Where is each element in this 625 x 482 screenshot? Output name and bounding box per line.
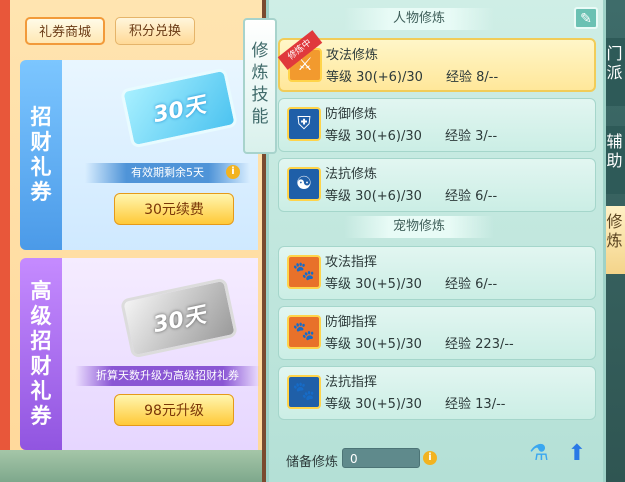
skill-row-attack[interactable]: ⚔ 攻法修炼 等级 30(+6)/30 经验 8/-- [278,38,596,92]
tab-char: 炼 [606,231,623,250]
skill-row-defense[interactable]: ⛨ 防御修炼 等级 30(+6)/30 经验 3/-- [278,98,596,152]
upgrade-arrow-icon[interactable]: ⬆ [564,441,590,469]
skill-level: 等级 30(+5)/30 [325,397,422,412]
tab-char: 技 [251,85,269,105]
skill-exp: 经验 8/-- [446,70,499,85]
label-char: 券 [30,180,52,204]
label-char: 招 [30,105,52,129]
skill-exp: 经验 3/-- [445,129,498,144]
skill-level: 等级 30(+6)/30 [325,129,422,144]
upgrade-ribbon: 折算天数升级为高级招财礼券 [75,366,260,386]
section-header-pet: 宠物修炼 [344,216,494,238]
shop-edge [0,0,10,482]
shield-icon: ⛨ [287,107,321,141]
renew-button[interactable]: 30元续费 [114,193,234,225]
skill-name: 攻法指挥 [325,255,378,270]
info-icon[interactable]: i [226,165,240,179]
label-char: 券 [30,404,52,428]
paw-flag-icon: 🐾 [287,255,321,289]
tab-char: 派 [606,63,623,82]
scenery-strip [0,450,262,482]
tab-assist[interactable]: 辅 助 [604,126,625,194]
tab-coupon-mall[interactable]: 礼券商城 [25,17,105,45]
skill-level: 等级 30(+5)/30 [325,337,422,352]
skill-row-resist[interactable]: ☯ 法抗修炼 等级 30(+6)/30 经验 6/-- [278,158,596,212]
skill-exp: 经验 223/-- [445,337,514,352]
tab-char: 门 [606,44,623,63]
label-char: 礼 [30,155,52,179]
taiji-icon: ☯ [287,167,321,201]
tab-char: 修 [606,212,623,231]
skill-row-pet-defense[interactable]: 🐾 防御指挥 等级 30(+5)/30 经验 223/-- [278,306,596,360]
card-label-fortune-coupon: 招 财 礼 券 [20,60,62,250]
skill-name: 法抗修炼 [325,167,378,182]
tab-char: 辅 [606,132,623,151]
tab-cultivation[interactable]: 修 炼 [604,206,625,274]
paw-orb-icon: 🐾 [287,375,321,409]
pencil-icon[interactable]: ✎ [574,7,598,29]
label-char: 财 [30,354,52,378]
info-icon[interactable]: i [423,451,437,465]
skill-level: 等级 30(+6)/30 [325,189,422,204]
reserve-value-field: 0 [342,448,420,468]
label-char: 财 [30,130,52,154]
skill-name: 攻法修炼 [326,48,379,63]
label-char: 高 [30,279,52,303]
skill-row-pet-attack[interactable]: 🐾 攻法指挥 等级 30(+5)/30 经验 6/-- [278,246,596,300]
label-char: 招 [30,329,52,353]
reserve-label: 储备修炼 [286,455,339,470]
skill-level: 等级 30(+6)/30 [326,70,423,85]
tab-char: 炼 [251,63,269,83]
tab-char: 能 [251,107,269,127]
potion-icon[interactable]: ⚗ [527,441,551,469]
tab-cultivation-skills[interactable]: 修 炼 技 能 [243,18,277,154]
paw-shield-icon: 🐾 [287,315,321,349]
upgrade-button[interactable]: 98元升级 [114,394,234,426]
tab-char: 修 [251,41,269,61]
label-char: 级 [30,304,52,328]
tab-char: 助 [606,151,623,170]
skill-name: 法抗指挥 [325,375,378,390]
skill-exp: 经验 6/-- [445,189,498,204]
card-label-premium-coupon: 高 级 招 财 礼 券 [20,258,62,450]
skill-exp: 经验 13/-- [445,397,506,412]
skill-name: 防御指挥 [325,315,378,330]
label-char: 礼 [30,379,52,403]
tab-sect[interactable]: 门 派 [604,38,625,106]
skill-name: 防御修炼 [325,107,378,122]
section-header-character: 人物修炼 [344,8,494,30]
skill-row-pet-resist[interactable]: 🐾 法抗指挥 等级 30(+5)/30 经验 13/-- [278,366,596,420]
skill-exp: 经验 6/-- [445,277,498,292]
tab-points-exchange[interactable]: 积分兑换 [115,17,195,45]
skill-level: 等级 30(+5)/30 [325,277,422,292]
